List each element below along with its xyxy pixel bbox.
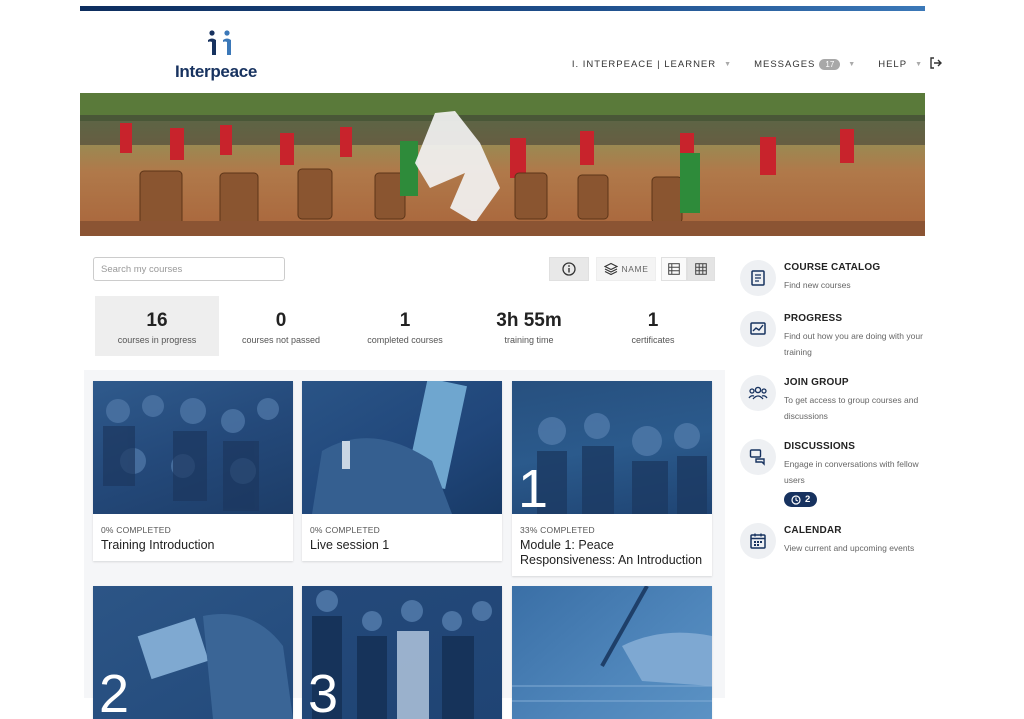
course-progress: 0% COMPLETED bbox=[101, 525, 171, 535]
sidebar-title: PROGRESS bbox=[784, 313, 843, 324]
course-card[interactable]: 0% COMPLETED Live session 1 bbox=[302, 381, 502, 561]
course-card[interactable]: 1 33% COMPLETED Module 1: Peace Responsi… bbox=[512, 381, 712, 576]
course-card[interactable] bbox=[512, 586, 712, 719]
course-card[interactable]: 0% COMPLETED Training Introduction bbox=[93, 381, 293, 561]
sidebar-progress[interactable]: PROGRESS Find out how you are doing with… bbox=[740, 311, 930, 363]
brand-top-bar bbox=[80, 6, 925, 11]
stat-training-time[interactable]: 3h 55m training time bbox=[467, 296, 591, 356]
messages-menu[interactable]: MESSAGES 17 ▼ bbox=[754, 58, 857, 70]
stat-value: 1 bbox=[399, 310, 411, 331]
stat-certificates[interactable]: 1 certificates bbox=[591, 296, 715, 356]
messages-count-badge: 17 bbox=[819, 58, 841, 70]
sidebar-desc: To get access to group courses and discu… bbox=[784, 395, 919, 421]
group-icon bbox=[740, 375, 776, 411]
logo-mark-icon bbox=[208, 30, 231, 55]
module-number: 3 bbox=[308, 664, 339, 719]
hero-banner-image bbox=[80, 93, 925, 236]
stat-value: 16 bbox=[146, 310, 168, 331]
calendar-icon bbox=[740, 523, 776, 559]
course-thumbnail bbox=[93, 381, 293, 514]
sidebar-calendar[interactable]: CALENDAR View current and upcoming event… bbox=[740, 523, 930, 575]
interpeace-logo[interactable]: Interpeace bbox=[172, 28, 267, 84]
stat-label: training time bbox=[504, 335, 554, 345]
sidebar-desc: Engage in conversations with fellow user… bbox=[784, 459, 919, 485]
list-view-button[interactable] bbox=[661, 257, 687, 281]
info-toggle[interactable] bbox=[549, 257, 589, 281]
course-thumbnail: 3 bbox=[302, 586, 502, 719]
logout-icon[interactable] bbox=[929, 56, 943, 70]
stat-value: 1 bbox=[647, 310, 659, 331]
progress-chart-icon bbox=[740, 311, 776, 347]
course-thumbnail: 1 bbox=[512, 381, 712, 514]
user-menu[interactable]: I. INTERPEACE | LEARNER ▼ bbox=[572, 59, 732, 70]
sort-control[interactable]: NAME bbox=[596, 257, 656, 281]
course-title: Live session 1 bbox=[310, 538, 390, 552]
sort-label: NAME bbox=[621, 264, 649, 274]
logo-wordmark: Interpeace bbox=[175, 62, 258, 81]
stat-value: 0 bbox=[275, 310, 287, 331]
chat-bubbles-icon bbox=[740, 439, 776, 475]
sidebar-title: JOIN GROUP bbox=[784, 377, 849, 388]
sidebar-discussions[interactable]: DISCUSSIONS Engage in conversations with… bbox=[740, 439, 930, 509]
sidebar-title: COURSE CATALOG bbox=[784, 262, 881, 273]
view-switcher bbox=[661, 257, 715, 281]
stat-courses-in-progress[interactable]: 16 courses in progress bbox=[95, 296, 219, 356]
sidebar-title: DISCUSSIONS bbox=[784, 441, 856, 452]
list-view-icon bbox=[668, 263, 680, 275]
stat-completed-courses[interactable]: 1 completed courses bbox=[343, 296, 467, 356]
course-progress: 0% COMPLETED bbox=[310, 525, 380, 535]
stat-label: certificates bbox=[631, 335, 675, 345]
module-number: 2 bbox=[99, 664, 130, 719]
discussions-count-badge[interactable]: 2 bbox=[784, 492, 818, 507]
help-label: HELP bbox=[878, 58, 908, 70]
chevron-down-icon: ▼ bbox=[724, 60, 733, 68]
grid-view-icon bbox=[695, 263, 707, 275]
info-icon bbox=[562, 262, 576, 276]
sort-by-name-button[interactable]: NAME bbox=[596, 257, 656, 281]
layers-icon bbox=[603, 262, 618, 276]
course-thumbnail bbox=[512, 586, 712, 719]
help-menu[interactable]: HELP ▼ bbox=[878, 59, 923, 70]
messages-label: MESSAGES bbox=[754, 58, 816, 70]
sidebar-desc: Find out how you are doing with your tra… bbox=[784, 331, 923, 357]
sidebar-desc: Find new courses bbox=[784, 280, 851, 290]
course-thumbnail bbox=[302, 381, 502, 514]
stat-label: courses in progress bbox=[117, 335, 197, 345]
grid-view-button[interactable] bbox=[687, 257, 715, 281]
stat-value: 3h 55m bbox=[496, 310, 562, 331]
search-courses-input[interactable] bbox=[93, 257, 285, 281]
course-progress: 33% COMPLETED bbox=[520, 525, 595, 535]
course-thumbnail: 2 bbox=[93, 586, 293, 719]
stat-label: courses not passed bbox=[241, 335, 321, 345]
stat-courses-not-passed[interactable]: 0 courses not passed bbox=[219, 296, 343, 356]
course-card[interactable]: 2 bbox=[93, 586, 293, 719]
sidebar-course-catalog[interactable]: COURSE CATALOG Find new courses bbox=[740, 260, 930, 300]
book-icon bbox=[740, 260, 776, 296]
course-grid: 0% COMPLETED Training Introduction 0% CO… bbox=[84, 370, 725, 719]
course-title: Training Introduction bbox=[101, 538, 215, 552]
clock-icon bbox=[791, 494, 801, 505]
sidebar-title: CALENDAR bbox=[784, 525, 842, 536]
discussions-count: 2 bbox=[805, 494, 811, 505]
chevron-down-icon: ▼ bbox=[848, 60, 857, 68]
module-number: 1 bbox=[518, 459, 549, 514]
course-title: Module 1: Peace Responsiveness: An Intro… bbox=[520, 538, 703, 567]
chevron-down-icon: ▼ bbox=[915, 60, 923, 68]
sidebar-join-group[interactable]: JOIN GROUP To get access to group course… bbox=[740, 375, 930, 427]
info-button[interactable] bbox=[549, 257, 589, 281]
sidebar-desc: View current and upcoming events bbox=[784, 543, 915, 553]
learning-stats: 16 courses in progress 0 courses not pas… bbox=[95, 296, 715, 356]
user-menu-label: I. INTERPEACE | LEARNER bbox=[571, 58, 717, 70]
top-navigation: I. INTERPEACE | LEARNER ▼ MESSAGES 17 ▼ … bbox=[550, 56, 942, 72]
course-card[interactable]: 3 bbox=[302, 586, 502, 719]
stat-label: completed courses bbox=[367, 335, 443, 345]
